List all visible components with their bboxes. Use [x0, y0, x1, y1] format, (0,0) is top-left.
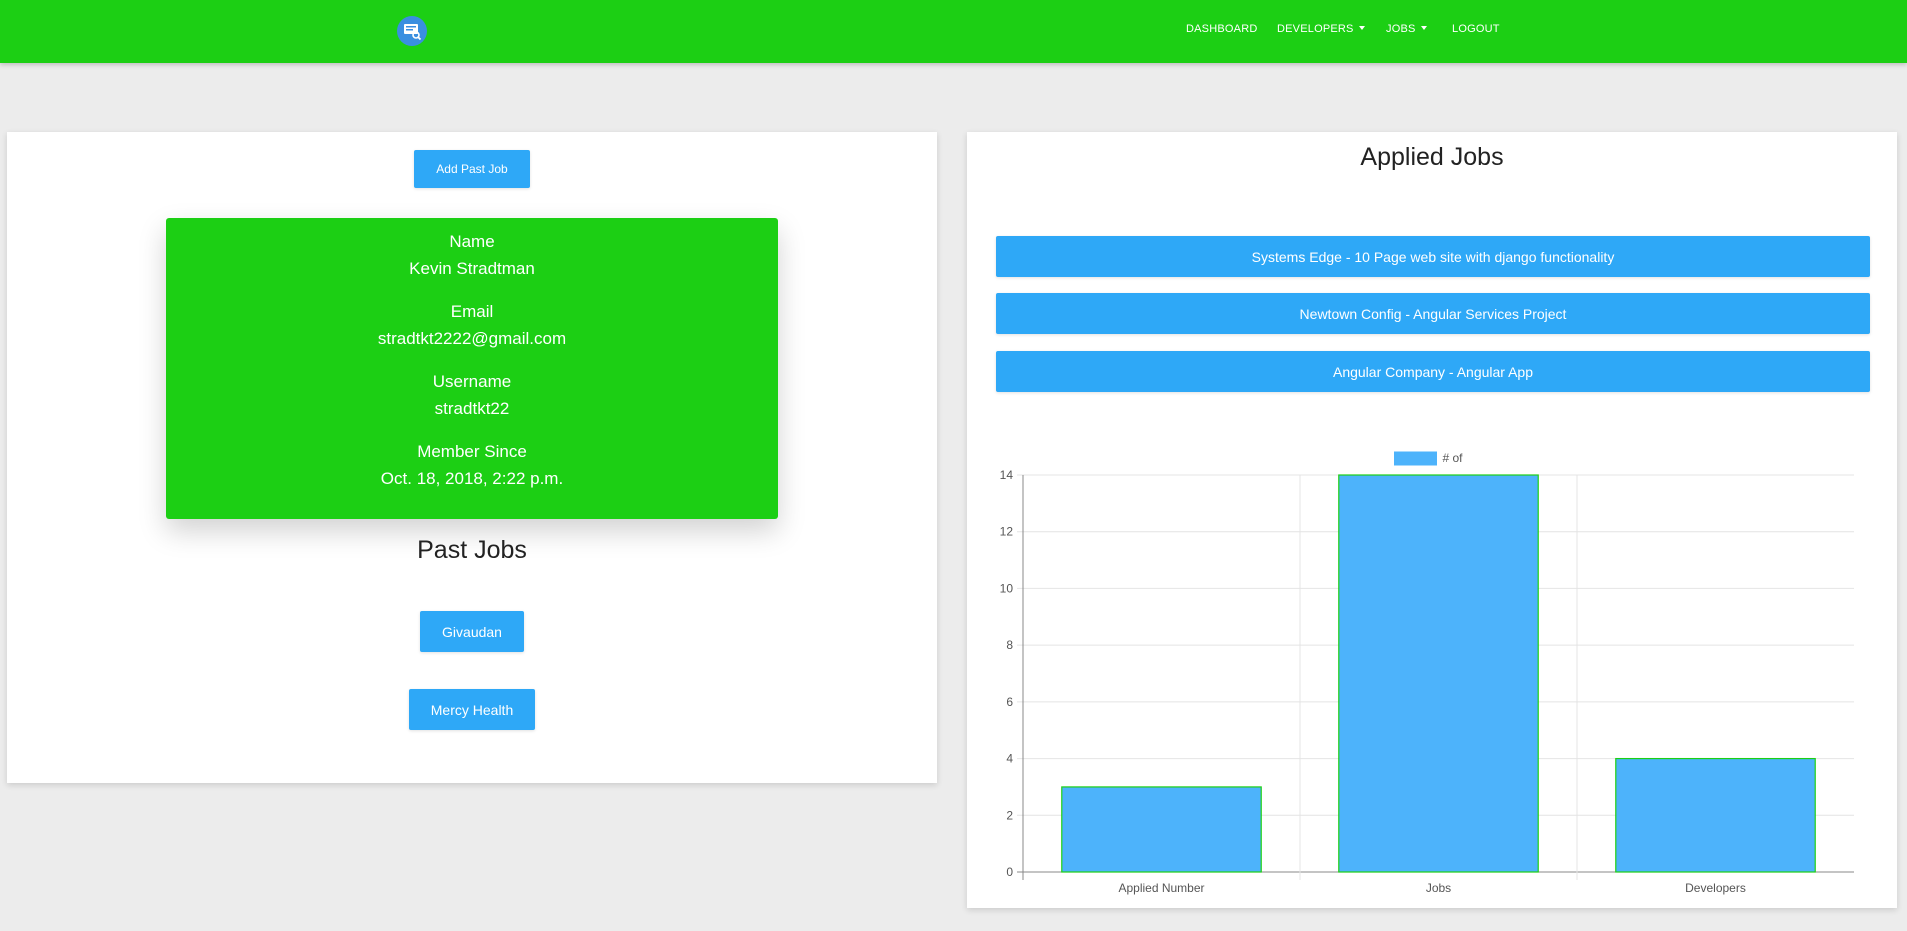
name-label: Name	[449, 232, 495, 251]
nav-dashboard[interactable]: DASHBOARD	[1186, 23, 1257, 35]
monitor-search-icon	[404, 24, 422, 41]
nav-logout-label: LOGOUT	[1452, 23, 1500, 35]
y-tick-label: 4	[1006, 752, 1013, 766]
add-past-job-button[interactable]: Add Past Job	[414, 150, 530, 188]
name-value: Kevin Stradtman	[409, 259, 535, 278]
nav-developers-label: DEVELOPERS	[1277, 23, 1354, 35]
nav-dashboard-label: DASHBOARD	[1186, 23, 1258, 35]
logo-icon[interactable]	[397, 16, 427, 46]
y-tick-label: 10	[1000, 581, 1014, 595]
past-jobs-title: Past Jobs	[417, 536, 527, 564]
member-since-label: Member Since	[417, 442, 527, 461]
legend-swatch	[1394, 451, 1437, 466]
nav-jobs-label: JOBS	[1386, 23, 1416, 35]
x-tick-label: Jobs	[1426, 881, 1451, 895]
nav-jobs[interactable]: JOBS	[1386, 23, 1427, 35]
bar	[1615, 757, 1816, 873]
applied-job-button[interactable]: Systems Edge - 10 Page web site with dja…	[996, 236, 1870, 277]
applied-job-button[interactable]: Angular Company - Angular App	[996, 351, 1870, 392]
bar	[1338, 474, 1539, 873]
applied-jobs-bar-chart: 0 2 4 6 8 10 12 14 Applied Number Jobs Developers #…	[1000, 451, 1854, 895]
email-label: Email	[450, 302, 494, 321]
email-value: stradtkt2222@gmail.com	[377, 329, 567, 348]
x-tick-label: Developers	[1685, 881, 1746, 895]
y-tick-label: 14	[1000, 468, 1014, 482]
caret-down-icon	[1420, 26, 1427, 30]
y-tick-label: 8	[1006, 638, 1013, 652]
y-tick-label: 6	[1006, 695, 1013, 709]
past-job-button-givaudan[interactable]: Givaudan	[420, 611, 524, 652]
applied-jobs-title: Applied Jobs	[1360, 143, 1504, 171]
y-tick-label: 0	[1006, 865, 1013, 879]
top-navbar: DASHBOARD DEVELOPERS JOBS LOGOUT	[0, 0, 1907, 63]
member-since-value: Oct. 18, 2018, 2:22 p.m.	[380, 469, 564, 488]
y-tick-label: 12	[1000, 525, 1014, 539]
bar	[1061, 786, 1262, 873]
applied-job-button[interactable]: Newtown Config - Angular Services Projec…	[996, 293, 1870, 334]
legend-label: # of	[1443, 451, 1464, 465]
y-tick-label: 2	[1006, 808, 1013, 822]
caret-down-icon	[1358, 26, 1365, 30]
username-label: Username	[432, 372, 512, 391]
x-tick-label: Applied Number	[1118, 881, 1204, 895]
nav-developers[interactable]: DEVELOPERS	[1277, 23, 1365, 35]
past-job-button-mercy-health[interactable]: Mercy Health	[409, 689, 535, 730]
profile-info-panel: Name Kevin Stradtman Email stradtkt2222@…	[166, 218, 778, 519]
username-value: stradtkt22	[434, 399, 510, 418]
nav-logout[interactable]: LOGOUT	[1452, 23, 1500, 35]
